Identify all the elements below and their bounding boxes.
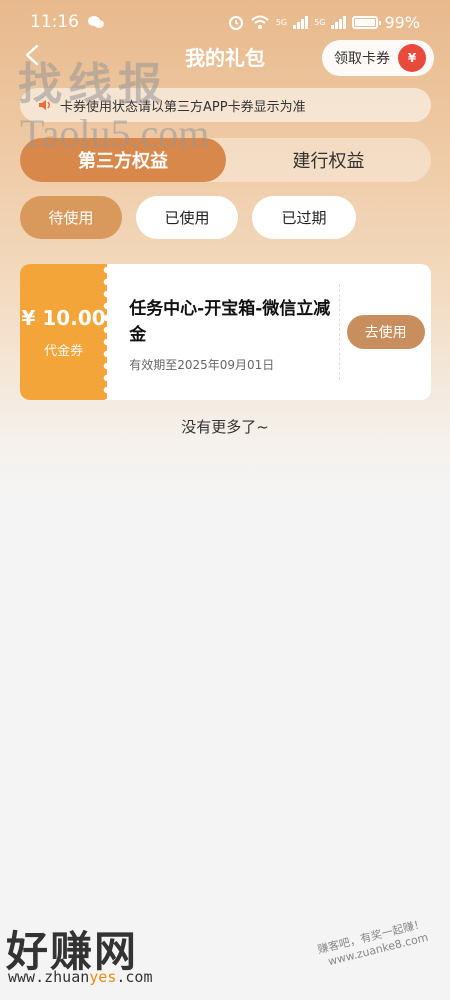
watermark-url-part: www.zhuan <box>8 968 90 986</box>
red-packet-icon: ¥ <box>398 44 426 72</box>
signal-icon <box>293 15 309 29</box>
coupon-action: 去使用 <box>340 264 431 400</box>
battery-icon <box>352 15 382 29</box>
coupon-expiry: 有效期至2025年09月01日 <box>129 358 275 372</box>
watermark-brand-url: www.zhuanyes.com <box>8 968 153 986</box>
watermark-url-highlight: yes <box>89 968 117 986</box>
coupon-type: 代金券 <box>44 343 84 359</box>
status-filter: 待使用 已使用 已过期 <box>20 196 356 239</box>
chat-bubble-icon <box>88 16 104 28</box>
speaker-icon <box>39 100 50 110</box>
coupon-name: 任务中心-开宝箱-微信立减金 <box>129 299 331 345</box>
notice-text: 卡券使用状态请以第三方APP卡券显示为准 <box>60 99 306 115</box>
filter-pending[interactable]: 待使用 <box>20 196 122 239</box>
wifi-icon <box>251 15 269 29</box>
nav-bar: 我的礼包 领取卡券 ¥ <box>0 36 450 76</box>
status-time: 11:16 <box>30 12 79 32</box>
tab-bar: 第三方权益 建行权益 <box>20 138 431 182</box>
battery-percent: 99% <box>384 12 420 32</box>
coupon-value-panel: ¥ 10.00 代金券 <box>20 264 112 400</box>
alarm-icon <box>228 16 243 30</box>
signal-icon-2 <box>331 15 347 29</box>
network-label-2: 5G <box>314 17 326 27</box>
filter-expired[interactable]: 已过期 <box>252 196 356 239</box>
tab-third-party[interactable]: 第三方权益 <box>20 138 226 182</box>
network-label-1: 5G <box>275 17 288 27</box>
tab-ccb[interactable]: 建行权益 <box>226 138 431 182</box>
use-coupon-button[interactable]: 去使用 <box>346 315 425 349</box>
filter-used[interactable]: 已使用 <box>136 196 238 239</box>
claim-coupon-label: 领取卡券 <box>334 51 390 67</box>
coupon-amount: ¥ 10.00 <box>21 305 106 330</box>
claim-coupon-button[interactable]: 领取卡券 ¥ <box>322 40 434 76</box>
notice-bar: 卡券使用状态请以第三方APP卡券显示为准 <box>20 88 431 122</box>
watermark-url-suffix: .com <box>116 968 153 986</box>
coupon-card: ¥ 10.00 代金券 任务中心-开宝箱-微信立减金 有效期至2025年09月0… <box>20 264 431 400</box>
coupon-info: 任务中心-开宝箱-微信立减金 有效期至2025年09月01日 <box>107 264 339 400</box>
list-end-text: 没有更多了~ <box>181 418 269 436</box>
